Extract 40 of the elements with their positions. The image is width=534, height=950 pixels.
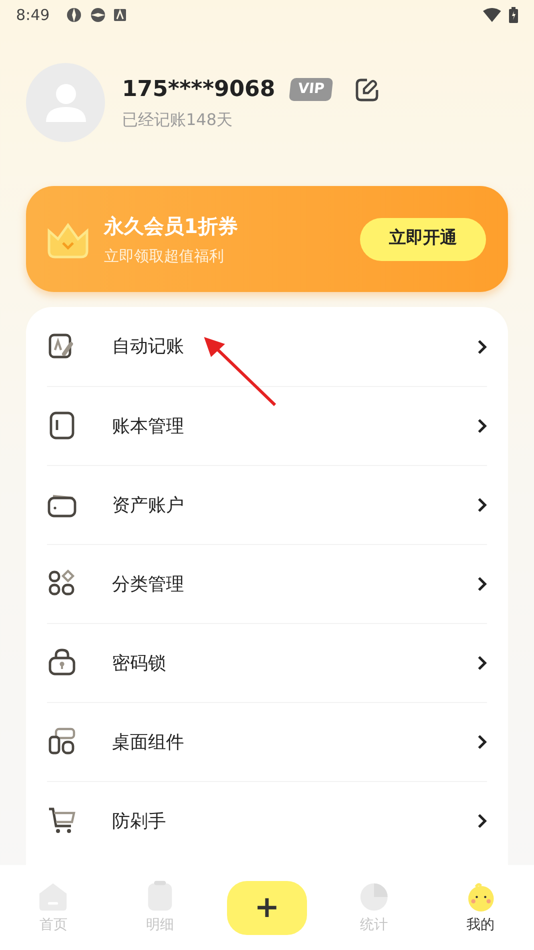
menu-label: 账本管理 bbox=[112, 414, 185, 438]
vip-badge: VIP bbox=[288, 78, 334, 101]
lock-icon bbox=[47, 648, 77, 678]
days-recorded: 已经记账148天 bbox=[122, 109, 234, 131]
cart-icon bbox=[47, 806, 77, 836]
status-app-icon bbox=[90, 7, 106, 23]
edit-icon[interactable] bbox=[354, 78, 378, 102]
chevron-right-icon bbox=[477, 418, 487, 434]
chevron-right-icon bbox=[477, 655, 487, 671]
activate-button[interactable]: 立即开通 bbox=[360, 218, 486, 260]
widget-icon bbox=[47, 727, 77, 757]
chevron-right-icon bbox=[477, 813, 487, 829]
book-icon bbox=[47, 411, 77, 441]
chevron-right-icon bbox=[477, 497, 487, 513]
chevron-right-icon bbox=[477, 576, 487, 592]
menu-item[interactable]: 分类管理 bbox=[47, 544, 487, 623]
tab-item[interactable]: 我的 bbox=[464, 880, 498, 936]
wifi-icon bbox=[483, 8, 501, 22]
menu-label: 分类管理 bbox=[112, 572, 185, 596]
menu-label: 密码锁 bbox=[112, 652, 167, 676]
chevron-right-icon bbox=[477, 734, 487, 750]
promo-banner[interactable]: 永久会员1折券 立即领取超值福利 立即开通 bbox=[26, 186, 508, 292]
menu-item[interactable]: 密码锁 bbox=[47, 623, 487, 702]
status-app-icon bbox=[66, 7, 82, 23]
chevron-right-icon bbox=[477, 338, 487, 354]
menu-item[interactable]: 账本管理 bbox=[47, 386, 487, 465]
menu-item[interactable]: 资产账户 bbox=[47, 465, 487, 544]
menu-label: 资产账户 bbox=[112, 494, 185, 518]
status-time: 8:49 bbox=[16, 4, 50, 26]
promo-title: 永久会员1折券 bbox=[104, 212, 239, 240]
menu-label: 自动记账 bbox=[112, 335, 185, 359]
menu-label: 桌面组件 bbox=[112, 730, 185, 754]
promo-subtitle: 立即领取超值福利 bbox=[104, 246, 225, 267]
menu-item[interactable]: 自动记账 bbox=[47, 307, 487, 386]
menu-item[interactable]: 防剁手 bbox=[47, 781, 487, 860]
menu-item[interactable]: 桌面组件 bbox=[47, 702, 487, 781]
add-button[interactable]: + bbox=[226, 880, 307, 934]
battery-icon bbox=[509, 7, 518, 23]
phone-number: 175****9068 bbox=[122, 76, 276, 104]
menu-label: 防剁手 bbox=[112, 810, 167, 834]
